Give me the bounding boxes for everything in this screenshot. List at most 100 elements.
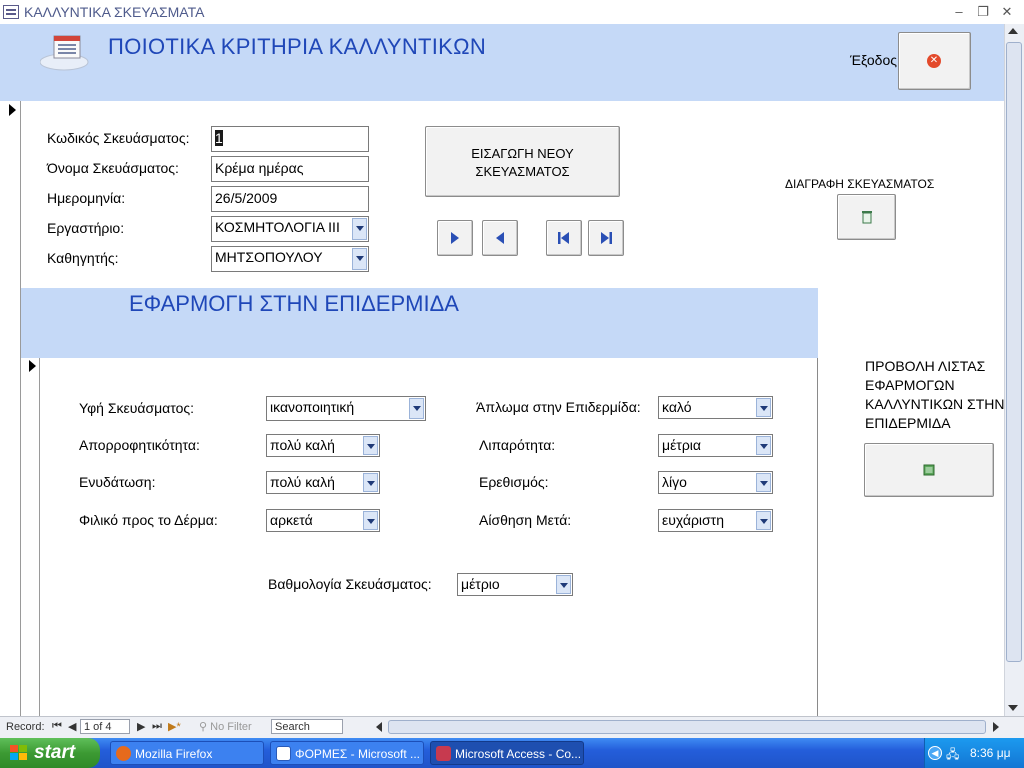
last-record-icon	[601, 232, 612, 244]
record-position-field[interactable]: 1 of 4	[80, 719, 130, 734]
previous-arrow-icon	[496, 232, 504, 244]
subform-record-selector[interactable]	[21, 358, 40, 716]
view-list-button[interactable]	[864, 443, 994, 497]
subform-record-arrow-icon	[29, 360, 36, 372]
taskbar-item-label: ΦΟΡΜΕΣ - Microsoft ...	[295, 747, 421, 761]
texture-label: Υφή Σκευάσματος:	[79, 400, 195, 416]
next-record-button[interactable]	[437, 220, 473, 256]
scroll-down-icon[interactable]	[1008, 705, 1018, 711]
last-record-button[interactable]	[588, 220, 624, 256]
teacher-label: Καθηγητής:	[47, 250, 119, 266]
next-record-nav-icon[interactable]: ▶	[137, 720, 145, 733]
search-input[interactable]: Search	[271, 719, 343, 734]
access-form-icon	[3, 5, 19, 19]
no-filter-label: No Filter	[210, 721, 252, 733]
date-label: Ημερομηνία:	[47, 190, 126, 206]
vertical-scroll-thumb[interactable]	[1006, 42, 1022, 662]
skin-friendly-combo[interactable]: αρκετά	[266, 509, 380, 532]
new-product-button[interactable]: ΕΙΣΑΓΩΓΗ ΝΕΟΥ ΣΚΕΥΑΣΜΑΤΟΣ	[425, 126, 620, 197]
chevron-down-icon[interactable]	[352, 248, 367, 270]
windows-logo-icon	[10, 745, 27, 760]
first-record-button[interactable]	[546, 220, 582, 256]
chevron-down-icon[interactable]	[363, 436, 378, 455]
delete-product-button[interactable]	[837, 194, 896, 240]
chevron-down-icon[interactable]	[756, 511, 771, 530]
taskbar-item-access[interactable]: Microsoft Access - Co...	[430, 741, 584, 765]
code-value: 1	[215, 130, 223, 146]
delete-label: ΔΙΑΓΡΑΦΗ ΣΚΕΥΑΣΜΑΤΟΣ	[785, 177, 935, 191]
absorbency-value: πολύ καλή	[270, 437, 335, 453]
prev-record-nav-icon[interactable]: ◀	[68, 720, 76, 733]
next-arrow-icon	[451, 232, 459, 244]
taskbar-item-word[interactable]: ΦΟΡΜΕΣ - Microsoft ...	[270, 741, 424, 765]
after-feel-combo[interactable]: ευχάριστη	[658, 509, 773, 532]
skin-friendly-label: Φιλικό προς το Δέρμα:	[79, 512, 218, 528]
absorbency-combo[interactable]: πολύ καλή	[266, 434, 380, 457]
skin-friendly-value: αρκετά	[270, 512, 313, 528]
network-icon[interactable]: 🖧	[946, 745, 959, 766]
scroll-right-icon[interactable]	[993, 722, 999, 732]
horizontal-scroll-thumb[interactable]	[388, 720, 986, 734]
chevron-down-icon[interactable]	[409, 398, 424, 419]
record-position-value: 1 of 4	[84, 721, 112, 733]
chevron-down-icon[interactable]	[363, 511, 378, 530]
tray-expand-icon[interactable]: ◀	[928, 746, 942, 760]
oiliness-label: Λιπαρότητα:	[479, 437, 556, 453]
code-field[interactable]: 1	[211, 126, 369, 152]
spread-combo[interactable]: καλό	[658, 396, 773, 419]
teacher-combo[interactable]: ΜΗΤΣΟΠΟΥΛΟΥ	[211, 246, 369, 272]
irritation-combo[interactable]: λίγο	[658, 471, 773, 494]
new-record-nav-icon[interactable]: ▶*	[168, 720, 181, 733]
chevron-down-icon[interactable]	[756, 398, 771, 417]
chevron-down-icon[interactable]	[352, 218, 367, 240]
minimize-button[interactable]: –	[950, 3, 968, 21]
name-field[interactable]: Κρέμα ημέρας	[211, 156, 369, 182]
hydration-combo[interactable]: πολύ καλή	[266, 471, 380, 494]
exit-button[interactable]: ✕	[898, 32, 971, 90]
hydration-value: πολύ καλή	[270, 474, 335, 490]
view-list-label-4: ΕΠΙΔΕΡΜΙΔΑ	[865, 415, 951, 431]
scroll-up-icon[interactable]	[1008, 28, 1018, 34]
restore-button[interactable]: ❐	[974, 3, 992, 21]
access-icon	[436, 746, 451, 761]
date-field[interactable]: 26/5/2009	[211, 186, 369, 212]
chevron-down-icon[interactable]	[556, 575, 571, 594]
view-list-label-2: ΕΦΑΡΜΟΓΩΝ	[865, 377, 955, 393]
close-window-button[interactable]: ✕	[998, 3, 1016, 21]
rating-label: Βαθμολογία Σκευάσματος:	[268, 576, 432, 592]
lab-value: ΚΟΣΜΗΤΟΛΟΓΙΑ ΙΙΙ	[215, 219, 340, 235]
report-icon	[923, 464, 935, 476]
rating-value: μέτριο	[461, 576, 500, 592]
last-record-nav-icon[interactable]: ⏭	[152, 720, 162, 733]
view-list-label-1: ΠΡΟΒΟΛΗ ΛΙΣΤΑΣ	[865, 358, 986, 374]
lab-combo[interactable]: ΚΟΣΜΗΤΟΛΟΓΙΑ ΙΙΙ	[211, 216, 369, 242]
taskbar-item-firefox[interactable]: Mozilla Firefox	[110, 741, 264, 765]
taskbar-item-label: Microsoft Access - Co...	[455, 747, 582, 761]
trash-icon	[861, 211, 872, 224]
irritation-label: Ερεθισμός:	[479, 474, 549, 490]
texture-combo[interactable]: ικανοποιητική	[266, 396, 426, 421]
view-list-label-3: ΚΑΛΛΥΝΤΙΚΩΝ ΣΤΗΝ	[865, 396, 1005, 412]
chevron-down-icon[interactable]	[363, 473, 378, 492]
scroll-left-icon[interactable]	[376, 722, 382, 732]
texture-value: ικανοποιητική	[270, 399, 355, 415]
form-logo-icon	[40, 35, 89, 71]
oiliness-combo[interactable]: μέτρια	[658, 434, 773, 457]
chevron-down-icon[interactable]	[756, 473, 771, 492]
hydration-label: Ενυδάτωση:	[79, 474, 156, 490]
teacher-value: ΜΗΤΣΟΠΟΥΛΟΥ	[215, 249, 323, 265]
no-filter-button[interactable]: ⚲ No Filter	[199, 720, 252, 733]
first-record-nav-icon[interactable]: ⏮	[52, 720, 62, 733]
filter-icon: ⚲	[199, 721, 211, 733]
spread-label: Άπλωμα στην Επιδερμίδα:	[476, 399, 641, 415]
rating-combo[interactable]: μέτριο	[457, 573, 573, 596]
previous-record-button[interactable]	[482, 220, 518, 256]
record-selector[interactable]	[0, 101, 21, 716]
form-title: ΠΟΙΟΤΙΚΑ ΚΡΙΤΗΡΙΑ ΚΑΛΛΥΝΤΙΚΩΝ	[108, 34, 487, 59]
clock[interactable]: 8:36 μμ	[970, 746, 1011, 760]
after-feel-label: Αίσθηση Μετά:	[479, 512, 572, 528]
name-label: Όνομα Σκευάσματος:	[47, 160, 179, 176]
record-label: Record:	[6, 721, 45, 733]
close-circle-icon: ✕	[927, 54, 941, 68]
chevron-down-icon[interactable]	[756, 436, 771, 455]
